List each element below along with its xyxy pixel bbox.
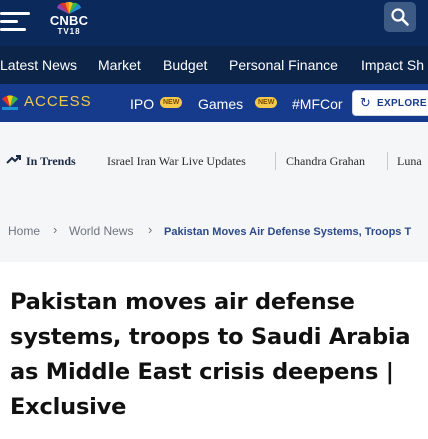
nav-item-personal-finance[interactable]: Personal Finance	[229, 56, 338, 74]
trend-item[interactable]: Israel Iran War Live Updates	[107, 154, 246, 169]
top-header: CNBC TV18	[0, 0, 428, 46]
explore-button[interactable]: ↻ EXPLORE	[352, 90, 428, 116]
access-item-ipo[interactable]: IPO	[130, 95, 154, 113]
access-logo-icon	[2, 95, 18, 110]
nav-item-impact[interactable]: Impact Sh	[361, 56, 424, 74]
chevron-right-icon: ›	[53, 222, 58, 237]
trend-item[interactable]: Chandra Grahan	[286, 154, 365, 169]
nav-item-market[interactable]: Market	[98, 56, 141, 74]
main-nav: Latest News Market Budget Personal Finan…	[0, 46, 428, 84]
new-badge: NEW	[160, 97, 183, 108]
access-item-mfcor[interactable]: #MFCor	[292, 95, 343, 113]
logo-sub: TV18	[57, 27, 81, 36]
breadcrumb-current: Pakistan Moves Air Defense Systems, Troo…	[164, 226, 412, 238]
trend-divider	[275, 152, 276, 170]
chevron-right-icon: ›	[148, 222, 153, 237]
access-item-games[interactable]: Games	[198, 95, 243, 113]
breadcrumb: Home › World News › Pakistan Moves Air D…	[0, 202, 428, 262]
trends-label: In Trends	[26, 154, 76, 168]
explore-label: EXPLORE	[377, 98, 427, 109]
trend-divider	[387, 152, 388, 170]
trending-icon	[6, 155, 21, 164]
logo-brand: CNBC	[49, 13, 89, 28]
article-headline: Pakistan moves air defense systems, troo…	[10, 289, 411, 420]
hamburger-icon[interactable]	[0, 11, 32, 33]
trends-bar: In Trends Israel Iran War Live Updates C…	[0, 122, 428, 202]
breadcrumb-world-news[interactable]: World News	[69, 224, 133, 239]
search-button[interactable]	[384, 2, 416, 32]
nav-item-latest-news[interactable]: Latest News	[0, 56, 77, 74]
nav-item-budget[interactable]: Budget	[163, 56, 207, 74]
breadcrumb-home[interactable]: Home	[8, 224, 40, 239]
explore-icon: ↻	[360, 95, 371, 110]
search-icon	[391, 8, 409, 26]
trend-item[interactable]: Luna	[397, 154, 422, 169]
cnbc-logo[interactable]: CNBC TV18	[48, 2, 90, 42]
access-label[interactable]: ACCESS	[24, 93, 92, 111]
new-badge: NEW	[255, 97, 278, 108]
